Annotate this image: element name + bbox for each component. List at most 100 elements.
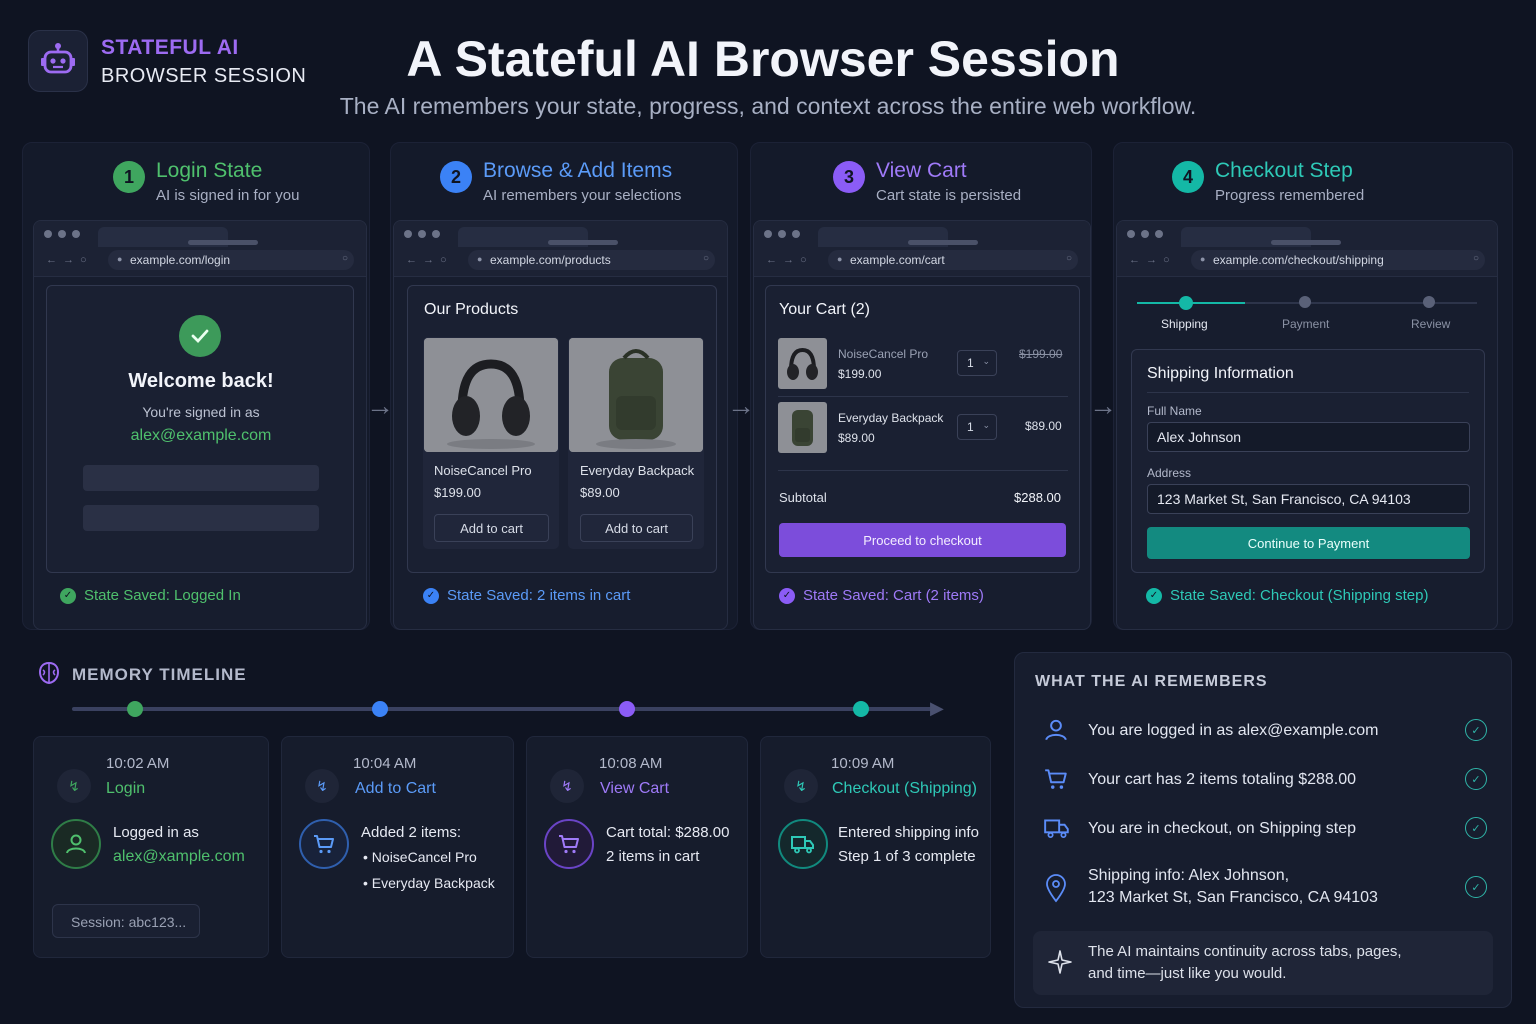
remembers-item: Shipping info: Alex Johnson, 123 Market … xyxy=(1035,865,1493,915)
timeline-dot-login[interactable] xyxy=(127,701,143,717)
step-number: 3 xyxy=(833,161,865,193)
timeline-track xyxy=(72,707,936,711)
address-bar[interactable]: ● example.com/login ○ xyxy=(108,250,354,270)
lock-icon: ● xyxy=(477,254,483,264)
step-number: 2 xyxy=(440,161,472,193)
browser-tab[interactable] xyxy=(1181,227,1341,247)
event-label: View Cart xyxy=(600,780,670,797)
cart-item-name[interactable]: Everyday Backpack xyxy=(838,411,943,425)
browser-chrome: ←→○ ● example.com/login ○ xyxy=(34,221,366,277)
window-controls[interactable] xyxy=(44,230,80,238)
continue-to-payment-button[interactable]: Continue to Payment xyxy=(1147,527,1470,559)
divider xyxy=(1147,392,1469,393)
step-title: Checkout Step xyxy=(1215,159,1353,182)
login-card: Welcome back! You're signed in as alex@e… xyxy=(46,285,354,573)
address-bar[interactable]: ● example.com/checkout/shipping ○ xyxy=(1191,250,1485,270)
signed-in-email: alex@example.com xyxy=(130,427,272,444)
cursor-icon: ↯ xyxy=(305,769,339,803)
address-label: Address xyxy=(1147,466,1192,480)
event-detail: Step 1 of 3 complete xyxy=(838,848,976,865)
window-controls[interactable] xyxy=(1127,230,1163,238)
quantity-select[interactable]: 1 ⌄ xyxy=(957,350,997,376)
nav-arrows-icon[interactable]: ←→○ xyxy=(1129,254,1176,266)
check-circle-icon: ✓ xyxy=(1465,817,1487,839)
cart-item-price: $199.00 xyxy=(838,367,882,381)
address-bar[interactable]: ● example.com/cart ○ xyxy=(828,250,1078,270)
progress-dot-active xyxy=(1179,296,1193,310)
progress-step-shipping[interactable]: Shipping xyxy=(1161,317,1208,331)
divider xyxy=(778,396,1068,397)
lock-icon: ● xyxy=(117,254,123,264)
cart-item-name[interactable]: NoiseCancel Pro xyxy=(838,347,928,361)
page-subtitle: The AI remembers your state, progress, a… xyxy=(339,93,1197,119)
product-name[interactable]: NoiseCancel Pro xyxy=(434,463,532,478)
truck-icon xyxy=(778,819,828,869)
proceed-to-checkout-button[interactable]: Proceed to checkout xyxy=(779,523,1066,557)
timeline-dot-cart[interactable] xyxy=(372,701,388,717)
quantity-select[interactable]: 1 ⌄ xyxy=(957,414,997,440)
product-name[interactable]: Everyday Backpack xyxy=(580,463,694,478)
timeline-dot-checkout[interactable] xyxy=(853,701,869,717)
step-number: 1 xyxy=(113,161,145,193)
event-detail: 2 items in cart xyxy=(606,848,700,865)
window-controls[interactable] xyxy=(764,230,800,238)
event-time: 10:09 AM xyxy=(831,755,895,772)
user-icon xyxy=(51,819,101,869)
browser-tab[interactable] xyxy=(458,227,618,247)
state-saved-cart: ✓ State Saved: Cart (2 items) xyxy=(779,587,984,604)
headphones-image[interactable] xyxy=(424,338,558,452)
shipping-form-card: Shipping Information Full Name Alex John… xyxy=(1131,349,1485,573)
nav-arrows-icon[interactable]: ←→○ xyxy=(46,254,93,266)
check-icon: ✓ xyxy=(779,587,795,604)
timeline-dot-view-cart[interactable] xyxy=(619,701,635,717)
state-saved-login: ✓ State Saved: Logged In xyxy=(60,587,241,604)
reload-icon[interactable]: ○ xyxy=(1473,253,1479,264)
browser-tab[interactable] xyxy=(98,227,258,247)
progress-step-review[interactable]: Review xyxy=(1411,317,1450,331)
check-circle-icon: ✓ xyxy=(1465,876,1487,898)
location-pin-icon xyxy=(1044,873,1068,908)
event-bullet: • NoiseCancel Pro xyxy=(363,849,477,865)
timeline-title: MEMORY TIMELINE xyxy=(72,665,247,684)
timeline-event-login[interactable]: 10:02 AM ↯ Login Logged in as alex@xampl… xyxy=(33,736,269,958)
sparkle-icon xyxy=(1047,949,1073,980)
step-number: 4 xyxy=(1172,161,1204,193)
progress-step-payment[interactable]: Payment xyxy=(1282,317,1329,331)
nav-arrows-icon[interactable]: ←→○ xyxy=(406,254,453,266)
timeline-event-view-cart[interactable]: 10:08 AM ↯ View Cart Cart total: $288.00… xyxy=(526,736,748,958)
subtotal-label: Subtotal xyxy=(779,490,827,505)
add-to-cart-button[interactable]: Add to cart xyxy=(434,514,549,542)
step-subtitle: AI is signed in for you xyxy=(156,187,300,204)
full-name-field[interactable]: Alex Johnson xyxy=(1147,422,1470,452)
check-icon: ✓ xyxy=(423,587,439,604)
timeline-event-add-to-cart[interactable]: 10:04 AM ↯ Add to Cart Added 2 items: • … xyxy=(281,736,514,958)
nav-arrows-icon[interactable]: ←→○ xyxy=(766,254,813,266)
product-price: $89.00 xyxy=(580,485,620,500)
add-to-cart-button[interactable]: Add to cart xyxy=(580,514,693,542)
signed-in-label: You're signed in as xyxy=(142,404,260,420)
reload-icon[interactable]: ○ xyxy=(342,253,348,264)
subtotal-value: $288.00 xyxy=(1014,490,1061,505)
reload-icon[interactable]: ○ xyxy=(1066,253,1072,264)
product-price: $199.00 xyxy=(434,485,481,500)
timeline-event-checkout[interactable]: 10:09 AM ↯ Checkout (Shipping) Entered s… xyxy=(760,736,991,958)
event-time: 10:04 AM xyxy=(353,755,417,772)
browser-tab[interactable] xyxy=(818,227,978,247)
browser-chrome: ←→○ ● example.com/products ○ xyxy=(394,221,727,277)
cursor-icon: ↯ xyxy=(57,769,91,803)
backpack-image[interactable] xyxy=(569,338,703,452)
address-bar[interactable]: ● example.com/products ○ xyxy=(468,250,715,270)
step-subtitle: Progress remembered xyxy=(1215,187,1365,204)
chevron-down-icon: ⌄ xyxy=(982,356,990,366)
remembers-item: You are in checkout, on Shipping step ✓ xyxy=(1035,815,1493,845)
cart-icon xyxy=(544,819,594,869)
browser-window-checkout: ←→○ ● example.com/checkout/shipping ○ Ship… xyxy=(1116,220,1498,630)
reload-icon[interactable]: ○ xyxy=(703,253,709,264)
cart-line-total: $89.00 xyxy=(1025,419,1062,433)
address-field[interactable]: 123 Market St, San Francisco, CA 94103 xyxy=(1147,484,1470,514)
window-controls[interactable] xyxy=(404,230,440,238)
chevron-down-icon: ⌄ xyxy=(982,420,990,430)
page-title: A Stateful AI Browser Session xyxy=(406,31,1120,87)
progress-dot xyxy=(1423,296,1435,308)
browser-chrome: ←→○ ● example.com/checkout/shipping ○ xyxy=(1117,221,1497,277)
